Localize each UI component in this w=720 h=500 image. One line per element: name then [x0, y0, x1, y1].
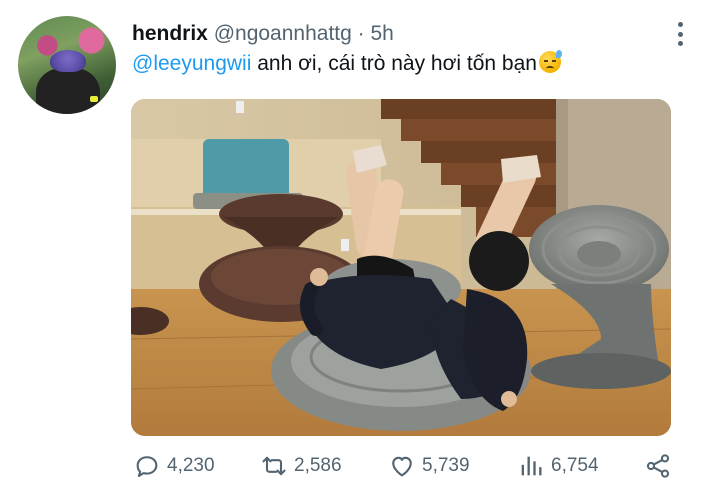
retweet-count: 2,586 [294, 455, 342, 476]
retweet-button[interactable]: 2,586 [260, 448, 342, 484]
reply-icon [136, 456, 158, 477]
reply-count: 4,230 [167, 455, 215, 476]
tweet-text: @leeyungwii anh ơi, cái trò này hơi tốn … [132, 50, 562, 77]
mention-link[interactable]: @leeyungwii [132, 52, 251, 75]
share-icon [646, 454, 670, 478]
tweet-header: hendrix @ngoannhattg · 5h [132, 22, 394, 46]
tweet-body: anh ơi, cái trò này hơi tốn bạn [251, 52, 537, 75]
action-bar: 4,230 2,586 5,739 6,754 [0, 448, 720, 484]
timestamp[interactable]: 5h [371, 22, 394, 45]
anxious-face-with-sweat-emoji [538, 50, 562, 73]
tweet-photo[interactable] [131, 99, 671, 436]
views-button[interactable]: 6,754 [517, 448, 599, 484]
views-icon [521, 456, 542, 476]
author-name[interactable]: hendrix [132, 22, 208, 45]
like-button[interactable]: 5,739 [388, 448, 470, 484]
avatar[interactable] [18, 16, 116, 114]
views-count: 6,754 [551, 455, 599, 476]
tweet-card[interactable]: hendrix @ngoannhattg · 5h @leeyungwii an… [0, 0, 720, 500]
share-button[interactable] [644, 448, 672, 484]
retweet-icon [262, 456, 286, 476]
separator-dot: · [357, 22, 365, 45]
heart-icon [392, 456, 412, 477]
like-count: 5,739 [422, 455, 470, 476]
reply-button[interactable]: 4,230 [133, 448, 215, 484]
more-vertical-icon[interactable] [672, 22, 688, 46]
author-handle[interactable]: @ngoannhattg [214, 22, 352, 45]
